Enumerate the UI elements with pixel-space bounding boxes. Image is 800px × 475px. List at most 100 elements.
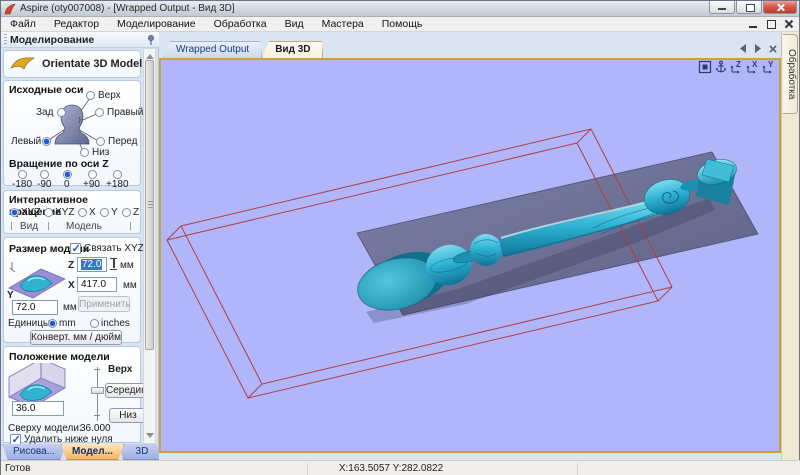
size-z-input[interactable]: 72.0 [77,257,107,272]
mdi-close-icon[interactable] [783,18,795,30]
window-title: Aspire (oty007008) - [Wrapped Output - В… [20,3,235,14]
axis-front-radio[interactable] [96,137,105,146]
rotation-title: Вращение по оси Z [9,158,109,170]
status-separator [577,463,578,475]
tab-scroll-right-icon[interactable] [754,44,762,53]
axis-back-label: Зад [36,107,53,118]
view-toolbar: Z X Y [698,60,776,74]
rotate-x-label: X [89,207,96,218]
x-axis-label: X [68,280,75,291]
menu-toolpaths[interactable]: Обработка [205,17,276,32]
panel-header: Моделирование [1,32,159,48]
size-x-input[interactable]: 417.0 [77,277,117,292]
menu-file[interactable]: Файл [1,17,45,32]
titlebar[interactable]: Aspire (oty007008) - [Wrapped Output - В… [1,1,799,17]
panel-title: Моделирование [10,34,94,46]
link-xyz-checkbox[interactable] [70,243,81,254]
rotate-label: +180 [106,179,129,190]
position-input[interactable]: 36.0 [12,401,64,416]
rotate-xyz-radio[interactable] [10,208,19,217]
minimize-button[interactable] [709,1,735,14]
orientate-title: Orientate 3D Model [42,58,142,70]
above-model-value: 36.000 [80,423,111,434]
scroll-down-icon[interactable] [145,433,154,442]
unit-inches-radio[interactable] [90,319,99,328]
scroll-up-icon[interactable] [145,50,154,59]
modeling-panel: Моделирование Orientate 3D Model Исходны… [1,32,159,460]
svg-text:Y: Y [768,60,774,69]
tab-scroll-left-icon[interactable] [739,44,747,53]
panel-tabs: Рисова... Модел... 3D кол... Слои [1,444,159,460]
position-slider-track[interactable] [97,367,98,421]
axis-right-radio[interactable] [95,108,104,117]
tab-modeling[interactable]: Модел... [61,444,124,460]
rotate-plus90-radio[interactable] [88,170,97,179]
bottom-button[interactable]: Низ [109,408,147,423]
axis-top-radio[interactable] [86,91,95,100]
rotate-xyz0-radio[interactable] [44,208,53,217]
z-unit-label: мм [120,260,134,271]
axis-right-label: Правый [107,107,143,118]
rotate-y-radio[interactable] [100,208,109,217]
zoom-extents-icon[interactable] [698,60,712,74]
rotate-x-radio[interactable] [78,208,87,217]
rotate-minus180-radio[interactable] [18,170,27,179]
rotate-label: -90 [37,179,51,190]
tab-wrapped-output[interactable]: Wrapped Output [163,41,262,58]
tab-close-icon[interactable] [769,45,777,53]
rotate-plus180-radio[interactable] [113,170,122,179]
menu-gadgets[interactable]: Мастера [313,17,373,32]
axis-left-radio[interactable] [42,137,51,146]
menu-view[interactable]: Вид [276,17,313,32]
mdi-restore-icon[interactable] [765,18,777,30]
axis-left-label: Левый [11,136,41,147]
rotate-0-radio[interactable] [63,170,72,179]
model-position-card: Положение модели Верх Середина Низ 36.0 [3,346,141,443]
slider-model-label: Модель [66,221,102,232]
rotate-minus90-radio[interactable] [40,170,49,179]
pin-icon[interactable] [146,34,156,46]
anchor-icon[interactable] [714,60,728,74]
axis-bottom-radio[interactable] [80,148,89,157]
view-along-x-icon[interactable]: X [746,60,760,74]
document-tabs: Wrapped Output Вид 3D [159,41,783,58]
rotate-label: +90 [83,179,100,190]
slider-tick [48,222,49,230]
scrollbar-thumb[interactable] [145,60,154,350]
menu-edit[interactable]: Редактор [45,17,108,32]
view-along-z-icon[interactable]: Z [730,60,744,74]
model-position-title: Положение модели [9,351,110,363]
menu-help[interactable]: Помощь [373,17,432,32]
statusbar: Готов X:163.5057 Y:282.0822 [1,460,800,475]
size-y-input[interactable]: 72.0 [12,300,58,315]
model-size-card: Размер модели Связать XYZ Z 72.0 мм X 41… [3,237,141,343]
apply-button[interactable]: Применить [78,296,130,312]
tab-drawing[interactable]: Рисова... [2,444,66,460]
rotate-z-radio[interactable] [122,208,131,217]
close-button[interactable] [763,1,797,14]
link-xyz-label: Связать XYZ [84,243,144,254]
aspire-window: Aspire (oty007008) - [Wrapped Output - В… [0,0,800,475]
tab-toolpaths[interactable]: Обработка [783,34,798,114]
slider-view-label: Вид [20,221,38,232]
position-slider-handle[interactable] [91,387,104,394]
panel-scrollbar[interactable] [143,48,156,444]
convert-units-button[interactable]: Конверт. мм / дюйм [30,330,122,345]
panel-grip[interactable] [4,34,7,46]
view-along-y-icon[interactable]: Y [762,60,776,74]
right-tab-strip: Обработка [781,32,799,460]
axis-front-label: Перед [108,136,138,147]
model-size-preview [8,256,66,302]
3d-scene[interactable] [161,60,779,451]
tab-3d-view[interactable]: Вид 3D [262,41,323,58]
rotate-xyz0-label: XYZ [55,207,74,218]
mdi-minimize-icon[interactable] [747,18,759,30]
menu-modeling[interactable]: Моделирование [108,17,205,32]
restore-button[interactable] [736,1,762,14]
unit-mm-radio[interactable] [48,319,57,328]
3d-viewport[interactable]: Z X Y [159,58,781,453]
position-top-label: Верх [108,364,132,375]
axis-back-radio[interactable] [57,108,66,117]
status-coordinates: X:163.5057 Y:282.0822 [311,463,471,474]
rotate-label: 0 [64,179,70,190]
